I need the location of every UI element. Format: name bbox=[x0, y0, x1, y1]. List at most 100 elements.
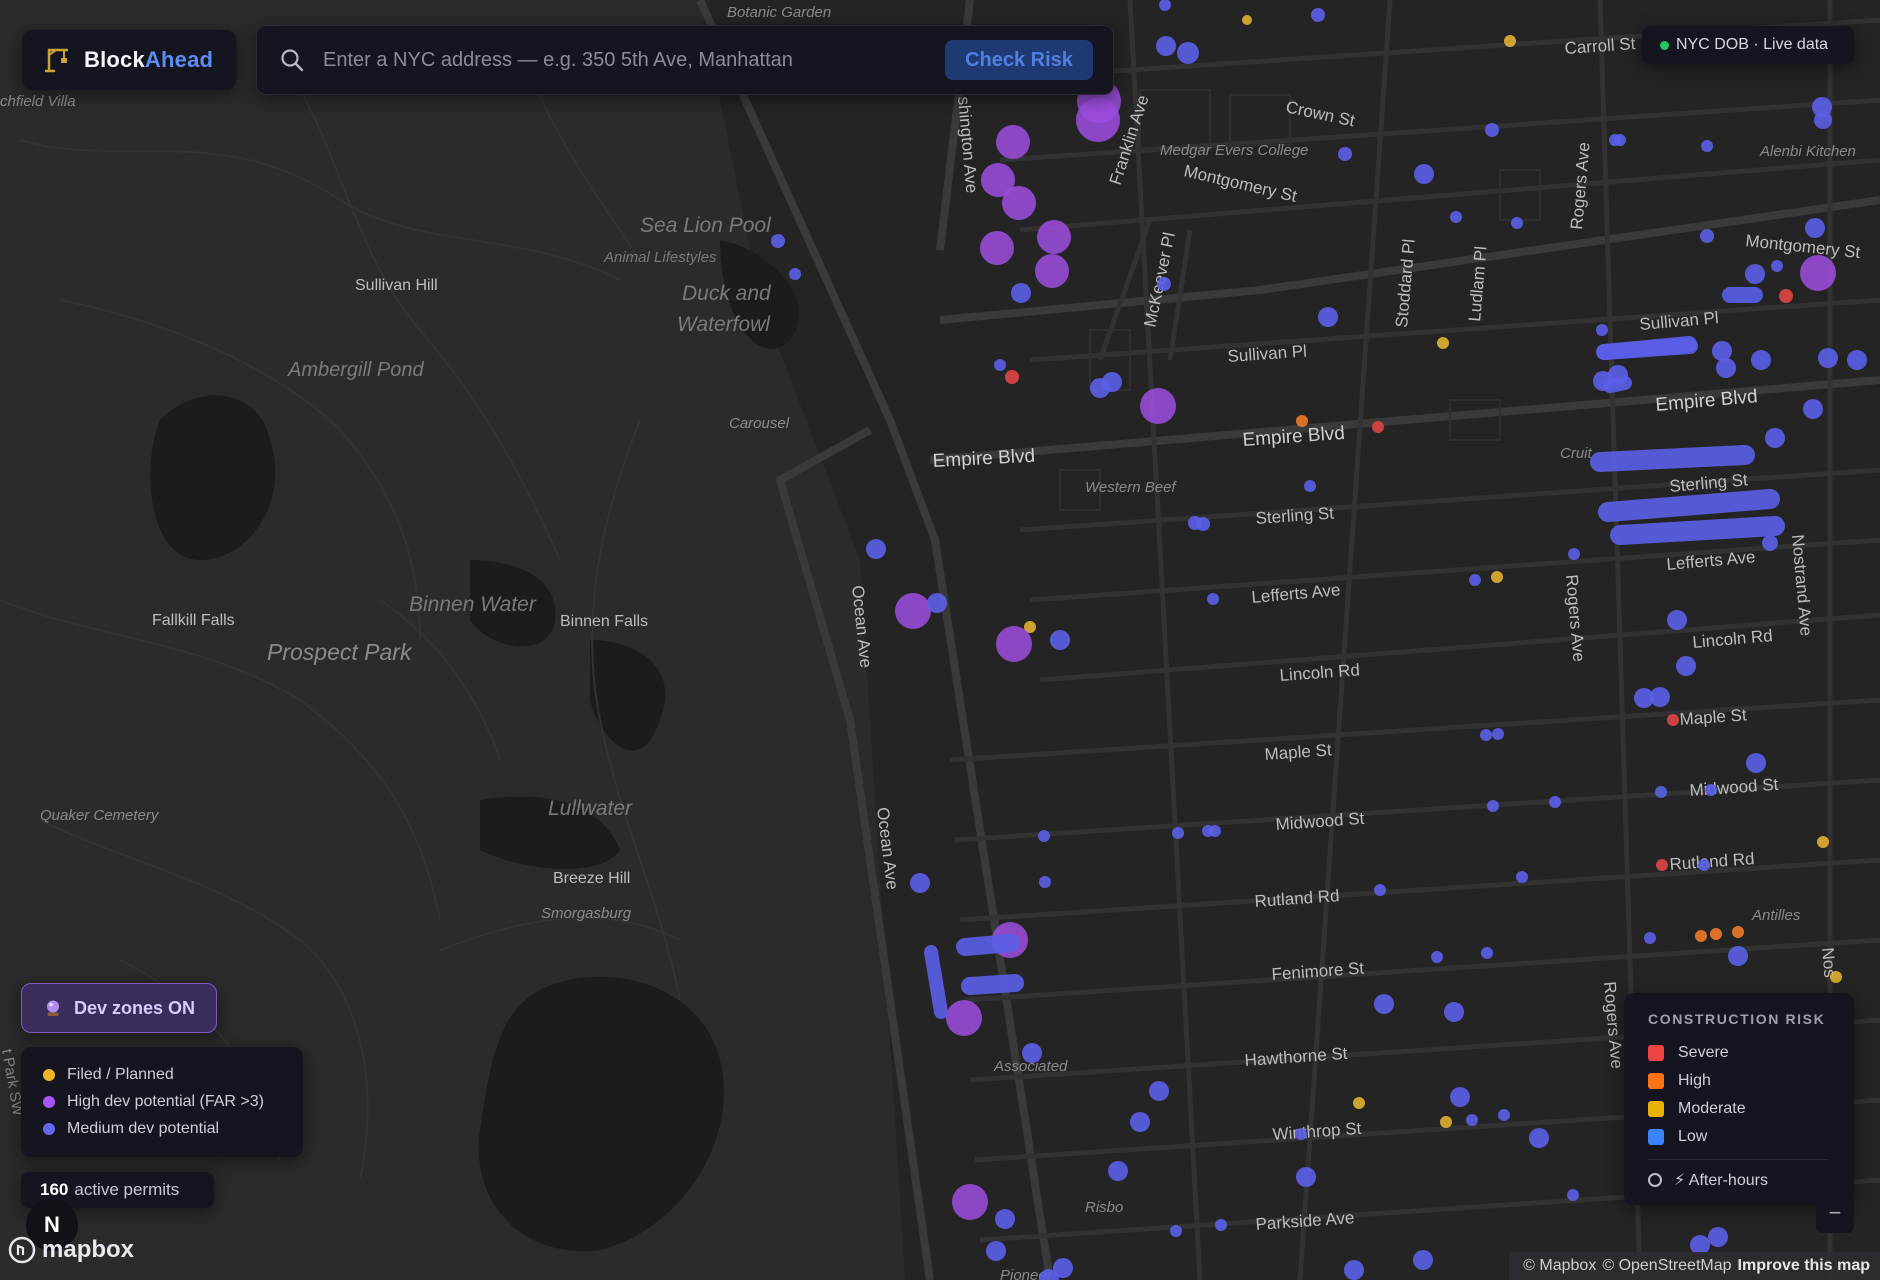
permit-marker[interactable] bbox=[1800, 255, 1836, 291]
improve-map-link[interactable]: Improve this map bbox=[1738, 1257, 1870, 1275]
brand-logo[interactable]: BlockAhead bbox=[22, 30, 236, 90]
permit-marker[interactable] bbox=[1818, 348, 1838, 368]
permit-marker[interactable] bbox=[1712, 341, 1732, 361]
permit-marker[interactable] bbox=[1374, 884, 1386, 896]
permit-marker[interactable] bbox=[1667, 610, 1687, 630]
permit-marker[interactable] bbox=[1011, 283, 1031, 303]
permit-marker[interactable] bbox=[1745, 264, 1765, 284]
permit-marker[interactable] bbox=[1695, 930, 1707, 942]
permit-marker[interactable] bbox=[927, 593, 947, 613]
permit-marker[interactable] bbox=[994, 359, 1006, 371]
permit-marker[interactable] bbox=[1344, 1260, 1364, 1280]
permit-marker[interactable] bbox=[1318, 307, 1338, 327]
permit-marker[interactable] bbox=[1177, 42, 1199, 64]
permit-marker[interactable] bbox=[1196, 517, 1210, 531]
permit-marker[interactable] bbox=[986, 1241, 1006, 1261]
permit-marker[interactable] bbox=[1149, 1081, 1169, 1101]
permit-marker[interactable] bbox=[1311, 8, 1325, 22]
permit-marker[interactable] bbox=[1372, 421, 1384, 433]
permit-zone-marker[interactable] bbox=[1596, 336, 1697, 360]
permit-marker[interactable] bbox=[1567, 1189, 1579, 1201]
permit-marker[interactable] bbox=[1414, 164, 1434, 184]
permit-marker[interactable] bbox=[1529, 1128, 1549, 1148]
permit-marker[interactable] bbox=[1779, 289, 1793, 303]
mapbox-logo[interactable]: mapbox bbox=[8, 1236, 134, 1264]
permit-marker[interactable] bbox=[996, 125, 1030, 159]
permit-marker[interactable] bbox=[1732, 926, 1744, 938]
permit-marker[interactable] bbox=[1716, 358, 1736, 378]
permit-marker[interactable] bbox=[1413, 1250, 1433, 1270]
permit-marker[interactable] bbox=[1549, 796, 1561, 808]
permit-marker[interactable] bbox=[771, 234, 785, 248]
permit-marker[interactable] bbox=[1614, 134, 1626, 146]
permit-marker[interactable] bbox=[1108, 1161, 1128, 1181]
permit-marker[interactable] bbox=[1102, 372, 1122, 392]
permit-marker[interactable] bbox=[1050, 630, 1070, 650]
permit-marker[interactable] bbox=[1596, 324, 1608, 336]
permit-marker[interactable] bbox=[1762, 535, 1778, 551]
permit-marker[interactable] bbox=[1035, 254, 1069, 288]
permit-marker[interactable] bbox=[1511, 217, 1523, 229]
permit-marker[interactable] bbox=[1487, 800, 1499, 812]
permit-marker[interactable] bbox=[1304, 480, 1316, 492]
permit-marker[interactable] bbox=[980, 231, 1014, 265]
permit-marker[interactable] bbox=[1353, 1097, 1365, 1109]
permit-marker[interactable] bbox=[895, 593, 931, 629]
permit-marker[interactable] bbox=[1771, 260, 1783, 272]
permit-marker[interactable] bbox=[1847, 350, 1867, 370]
permit-marker[interactable] bbox=[1655, 786, 1667, 798]
permit-marker[interactable] bbox=[1209, 825, 1221, 837]
permit-marker[interactable] bbox=[1803, 399, 1823, 419]
permit-marker[interactable] bbox=[1207, 593, 1219, 605]
permit-marker[interactable] bbox=[1746, 753, 1766, 773]
permit-marker[interactable] bbox=[996, 626, 1032, 662]
permit-marker[interactable] bbox=[910, 873, 930, 893]
permit-marker[interactable] bbox=[1676, 656, 1696, 676]
check-risk-button[interactable]: Check Risk bbox=[945, 40, 1093, 80]
permit-marker[interactable] bbox=[1504, 35, 1516, 47]
permit-marker[interactable] bbox=[1516, 871, 1528, 883]
permit-marker[interactable] bbox=[1450, 211, 1462, 223]
mapbox-attribution-link[interactable]: © Mapbox bbox=[1523, 1257, 1596, 1275]
permit-zone-marker[interactable] bbox=[961, 974, 1024, 995]
permit-marker[interactable] bbox=[789, 268, 801, 280]
permit-marker[interactable] bbox=[952, 1184, 988, 1220]
permit-marker[interactable] bbox=[1440, 1116, 1452, 1128]
permit-marker[interactable] bbox=[1156, 36, 1176, 56]
permit-marker[interactable] bbox=[1710, 928, 1722, 940]
permit-marker[interactable] bbox=[1728, 946, 1748, 966]
after-hours-radio[interactable] bbox=[1648, 1173, 1662, 1187]
permit-zone-marker[interactable] bbox=[924, 945, 948, 1019]
permit-marker[interactable] bbox=[1037, 220, 1071, 254]
permit-marker[interactable] bbox=[1491, 571, 1503, 583]
permit-marker[interactable] bbox=[1242, 15, 1252, 25]
permit-marker[interactable] bbox=[1437, 337, 1449, 349]
permit-marker[interactable] bbox=[1295, 1128, 1307, 1140]
permit-marker[interactable] bbox=[1172, 827, 1184, 839]
permit-marker[interactable] bbox=[1817, 836, 1829, 848]
permit-marker[interactable] bbox=[1170, 1225, 1182, 1237]
permit-marker[interactable] bbox=[1765, 428, 1785, 448]
permit-marker[interactable] bbox=[1140, 388, 1176, 424]
permit-zone-marker[interactable] bbox=[1610, 516, 1785, 545]
permit-marker[interactable] bbox=[1705, 784, 1717, 796]
dev-zones-toggle[interactable]: Dev zones ON bbox=[21, 983, 217, 1033]
permit-marker[interactable] bbox=[1005, 370, 1019, 384]
permit-marker[interactable] bbox=[1498, 1109, 1510, 1121]
permit-marker[interactable] bbox=[1708, 1227, 1728, 1247]
permit-marker[interactable] bbox=[1485, 123, 1499, 137]
permit-marker[interactable] bbox=[1038, 830, 1050, 842]
permit-marker[interactable] bbox=[1431, 951, 1443, 963]
permit-marker[interactable] bbox=[1814, 111, 1832, 129]
permit-marker[interactable] bbox=[1466, 1114, 1478, 1126]
permit-marker[interactable] bbox=[1450, 1087, 1470, 1107]
permit-marker[interactable] bbox=[1701, 140, 1713, 152]
permit-marker[interactable] bbox=[1667, 714, 1679, 726]
permit-marker[interactable] bbox=[1444, 1002, 1464, 1022]
permit-marker[interactable] bbox=[1656, 859, 1668, 871]
permit-marker[interactable] bbox=[995, 1209, 1015, 1229]
permit-zone-marker[interactable] bbox=[1590, 445, 1755, 472]
after-hours-toggle[interactable]: ⚡ After-hours bbox=[1648, 1170, 1854, 1190]
permit-marker[interactable] bbox=[1296, 415, 1308, 427]
permit-marker[interactable] bbox=[1469, 574, 1481, 586]
